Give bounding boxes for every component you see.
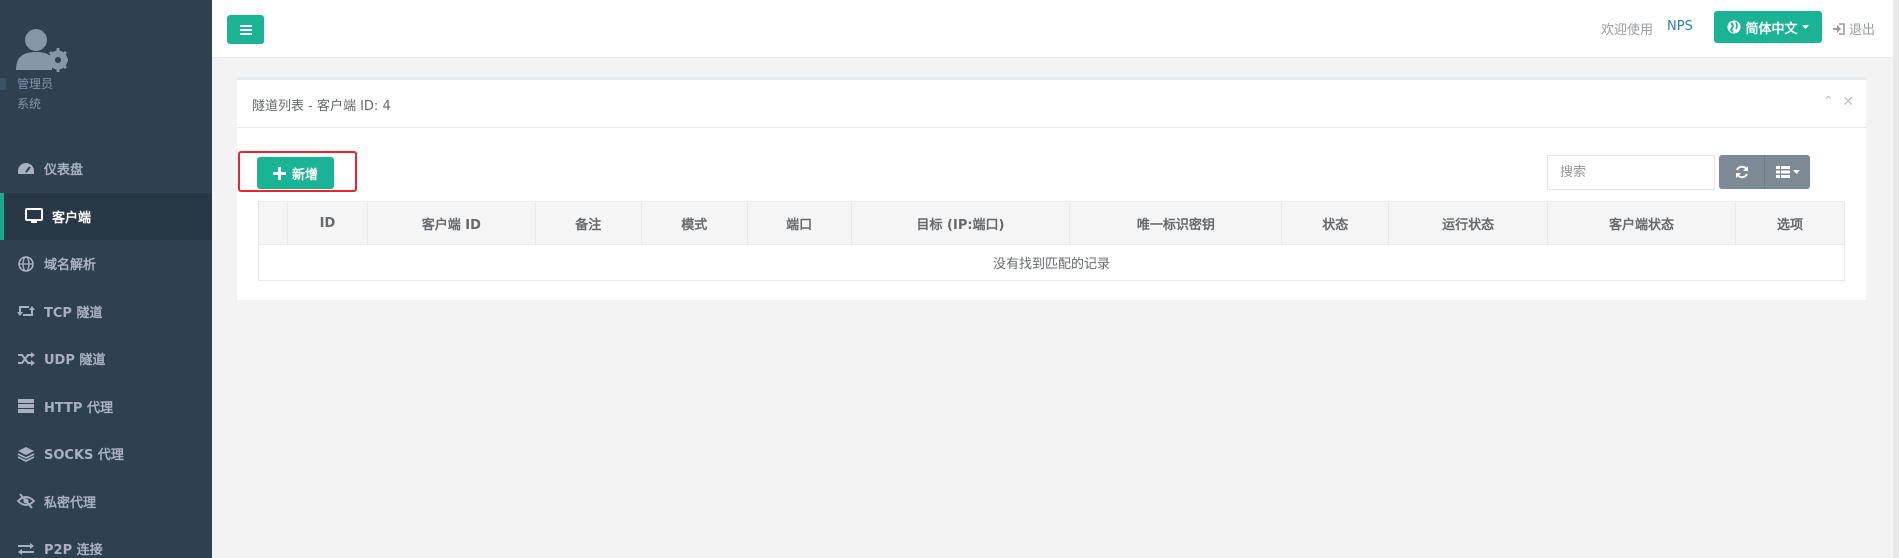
user-settings-icon — [16, 29, 68, 72]
brand-link[interactable]: NPS — [1667, 19, 1693, 34]
profile-subtitle: 系统 — [17, 97, 42, 111]
tunnel-table: ID 客户端 ID 备注 模式 端口 目标 (IP:端口) 唯一标识密钥 状态 … — [258, 201, 1846, 281]
language-dropdown[interactable]: 简体中文 — [1714, 11, 1822, 43]
page-scrollbar[interactable] — [1893, 0, 1899, 558]
column-header-client-id[interactable]: 客户端 ID — [366, 201, 536, 245]
sidebar-item-label: SOCKS 代理 — [44, 448, 124, 464]
language-label: 简体中文 — [1745, 21, 1798, 37]
column-header-status[interactable]: 状态 — [1281, 201, 1390, 245]
column-header-target[interactable]: 目标 (IP:端口) — [850, 201, 1071, 245]
desktop-icon — [24, 208, 44, 224]
top-navbar: 欢迎使用 NPS 简体中文 退出 — [212, 0, 1899, 58]
sidebar-item-label: 私密代理 — [44, 495, 97, 511]
caret-down-icon — [1801, 24, 1809, 29]
globe-icon — [16, 255, 36, 272]
sidebar-item-socks[interactable]: SOCKS 代理 — [0, 430, 212, 478]
profile-role: 管理员 — [17, 77, 54, 91]
column-header-client-status[interactable]: 客户端状态 — [1547, 201, 1736, 245]
dashboard-icon — [16, 161, 36, 177]
logout-link[interactable]: 退出 — [1832, 19, 1875, 38]
th-list-icon — [1775, 166, 1790, 178]
add-tunnel-button[interactable]: 新增 — [257, 157, 334, 189]
eye-slash-icon — [16, 493, 36, 509]
sidebar-item-secret[interactable]: 私密代理 — [0, 478, 212, 526]
random-icon — [16, 351, 36, 367]
sidebar-item-tcp[interactable]: TCP 隧道 — [0, 288, 212, 336]
sidebar-item-label: HTTP 代理 — [44, 400, 113, 416]
tunnel-list-panel: 隧道列表 - 客户端 ID: 4 ⌃ ✕ 新增 ID 客户端 ID — [237, 77, 1866, 300]
sidebar-item-udp[interactable]: UDP 隧道 — [0, 335, 212, 383]
sidebar-item-p2p[interactable]: P2P 连接 — [0, 525, 212, 558]
refresh-icon — [1735, 165, 1748, 179]
toggle-menu-button[interactable] — [227, 15, 264, 44]
panel-header: 隧道列表 - 客户端 ID: 4 ⌃ ✕ — [237, 80, 1866, 128]
panel-tools: ⌃ ✕ — [1823, 94, 1854, 110]
sidebar-item-label: UDP 隧道 — [44, 353, 106, 369]
sidebar-item-label: P2P 连接 — [44, 543, 103, 558]
sidebar-item-dashboard[interactable]: 仪表盘 — [0, 145, 212, 193]
profile: 管理员 系统 — [0, 0, 212, 130]
add-label: 新增 — [291, 167, 318, 183]
collapse-icon[interactable]: ⌃ — [1823, 94, 1835, 110]
retweet-icon — [16, 303, 36, 319]
caret-down-icon — [1792, 169, 1800, 174]
sidebar-item-label: TCP 隧道 — [44, 305, 103, 321]
column-header-port[interactable]: 端口 — [746, 201, 852, 245]
column-header-unique-key[interactable]: 唯一标识密钥 — [1069, 201, 1283, 245]
column-header-remark[interactable]: 备注 — [534, 201, 642, 245]
layers-icon — [16, 446, 36, 462]
panel-title: 隧道列表 - 客户端 ID: 4 — [252, 99, 391, 114]
search-input[interactable] — [1547, 155, 1715, 190]
refresh-button[interactable] — [1719, 155, 1764, 189]
empty-message: 没有找到匹配的记录 — [258, 244, 1845, 281]
table-row: 没有找到匹配的记录 — [258, 244, 1845, 281]
column-header-mode[interactable]: 模式 — [640, 201, 748, 245]
close-icon[interactable]: ✕ — [1842, 94, 1854, 110]
plus-icon — [272, 166, 286, 180]
bars-icon — [239, 24, 252, 35]
welcome-text: 欢迎使用 — [1601, 23, 1654, 38]
sidebar-item-label: 客户端 — [52, 210, 92, 226]
globe-icon — [1727, 20, 1741, 34]
column-header-run-status[interactable]: 运行状态 — [1388, 201, 1549, 245]
server-icon — [16, 398, 36, 414]
sidebar-item-domain[interactable]: 域名解析 — [0, 240, 212, 288]
column-header-checkbox[interactable] — [258, 201, 288, 245]
sidebar: 管理员 系统 仪表盘 客户端 域名解析 TCP 隧道 UDP 隧道 HTTP 代… — [0, 0, 212, 558]
column-header-options[interactable]: 选项 — [1734, 201, 1846, 245]
column-header-id[interactable]: ID — [286, 201, 368, 245]
columns-toggle-button[interactable] — [1764, 155, 1810, 189]
sign-out-icon — [1833, 22, 1845, 35]
logout-label: 退出 — [1849, 23, 1876, 38]
sidebar-item-label: 仪表盘 — [44, 163, 84, 179]
exchange-icon — [16, 541, 36, 557]
collapse-handle[interactable] — [0, 78, 6, 90]
table-header-row: ID 客户端 ID 备注 模式 端口 目标 (IP:端口) 唯一标识密钥 状态 … — [258, 201, 1846, 245]
sidebar-item-label: 域名解析 — [44, 258, 97, 274]
table-toolbar — [1719, 155, 1810, 189]
sidebar-nav: 仪表盘 客户端 域名解析 TCP 隧道 UDP 隧道 HTTP 代理 SOCKS… — [0, 145, 212, 558]
sidebar-item-clients[interactable]: 客户端 — [0, 192, 212, 240]
sidebar-item-http[interactable]: HTTP 代理 — [0, 383, 212, 431]
